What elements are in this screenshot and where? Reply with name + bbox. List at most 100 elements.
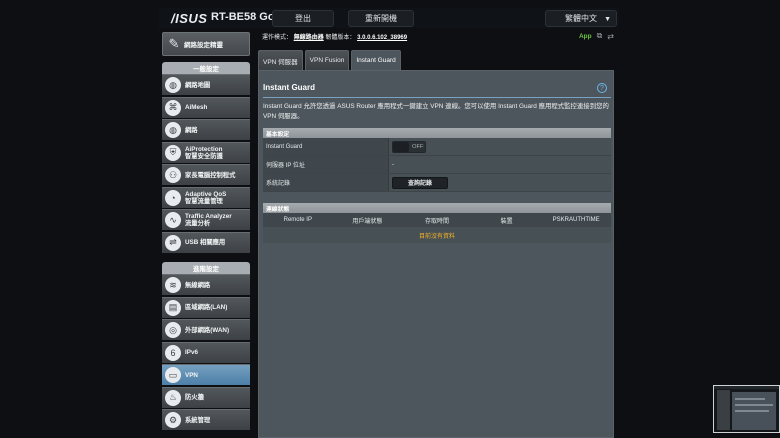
sidebar-item[interactable]: ▭ VPN [162, 364, 250, 385]
sidebar-item[interactable]: ≋ 無線網路 [162, 274, 250, 295]
sidebar-item-label: 無線網路 [185, 281, 211, 289]
table-row: 伺服器 IP 位址 - [263, 156, 611, 174]
chevron-down-icon: ▼ [604, 16, 611, 23]
sidebar-item[interactable]: ◍ 網路地圖 [162, 74, 250, 95]
thumb-line [735, 410, 769, 412]
qos-icon: ◔ [165, 189, 181, 206]
firmware-version-link[interactable]: 3.0.0.6.102_38969 [357, 35, 407, 41]
basic-settings-header: 基本設定 [263, 128, 611, 138]
mesh-icon: ⌘ [165, 99, 181, 116]
help-icon[interactable]: ? [597, 83, 607, 93]
sidebar-item-label: 網路 [185, 126, 198, 134]
sidebar-item-label: Traffic Analyzer 流量分析 [185, 213, 232, 227]
panel-description: Instant Guard 允許您透過 ASUS Router 應用程式一鍵建立… [263, 103, 609, 120]
sidebar-item-label: 防火牆 [185, 394, 204, 401]
shield-icon: ⛨ [165, 144, 181, 161]
sidebar-item-label: 區域網路(LAN) [185, 304, 228, 311]
connection-status-table: 連線狀態 Remote IP 用戶端狀態 存取時間 裝置 PSKRAUTHTIM… [263, 203, 611, 243]
sidebar-item-label: 網路地圖 [185, 81, 211, 89]
sidebar-item-label: AiMesh [185, 104, 208, 111]
language-select[interactable]: 繁體中文 ▼ [545, 10, 617, 27]
title-divider [263, 97, 611, 98]
sidebar-item-label: VPN [185, 371, 198, 379]
main-content: 運作模式： 無線路由器 韌體版本： 3.0.0.6.102_38969 App … [256, 28, 616, 438]
reboot-button[interactable]: 重新開機 [348, 10, 414, 27]
screen-thumbnail[interactable] [713, 385, 780, 433]
globe-icon: ◍ [165, 77, 181, 93]
sidebar-item-label: 系統管理 [185, 416, 211, 424]
sidebar-item[interactable]: ▤ 區域網路(LAN) [162, 296, 250, 318]
sidebar-item[interactable]: 6 IPv6 [162, 341, 250, 363]
sidebar-item-label: 家長電腦控制程式 [185, 171, 236, 179]
router-admin-page: /ISUS RT-BE58 Go 登出 重新開機 繁體中文 ▼ ✎ 網路設定精靈… [159, 0, 619, 438]
sidebar-item[interactable]: ∿ Traffic Analyzer 流量分析 [162, 209, 250, 230]
wan-icon: ◎ [165, 322, 181, 338]
sidebar-item-label: 外部網路(WAN) [185, 326, 230, 334]
ipv6-icon: 6 [165, 344, 181, 361]
tab-bar: VPN 伺服器 VPN Fusion Instant Guard [258, 50, 401, 70]
sidebar-item-label: USB 相關應用 [185, 239, 226, 246]
connection-status-header: 連線狀態 [263, 203, 611, 213]
advanced-section-header: 進階設定 [162, 262, 250, 274]
sidebar-item[interactable]: ◍ 網路 [162, 119, 250, 140]
system-log-label: 系統記錄 [263, 174, 389, 191]
quick-setup-button[interactable]: ✎ 網路設定精靈 [162, 32, 250, 56]
table-row: Instant Guard OFF [263, 138, 611, 156]
tab-instant-guard[interactable]: Instant Guard [351, 50, 401, 70]
wand-icon: ✎ [168, 36, 180, 51]
vpn-icon: ▭ [165, 367, 181, 383]
gear-icon: ⚙ [165, 412, 181, 428]
server-ip-label: 伺服器 IP 位址 [263, 156, 389, 173]
sidebar-item[interactable]: ⇌ USB 相關應用 [162, 231, 250, 253]
status-icons: App ⧉ ⇄ [579, 31, 614, 41]
usb-icon: ⇌ [165, 234, 181, 251]
server-ip-value: - [392, 161, 394, 168]
instant-guard-panel: Instant Guard ? Instant Guard 允許您透過 ASUS… [258, 70, 614, 438]
family-icon: ⚇ [165, 167, 181, 183]
chart-icon: ∿ [165, 212, 181, 228]
app-link[interactable]: App [579, 33, 592, 40]
column-header: 存取時間 [424, 218, 449, 225]
view-log-button[interactable]: 查詢記錄 [392, 176, 448, 189]
empty-state-text: 目前沒有資料 [263, 227, 611, 243]
sidebar-item[interactable]: ♨ 防火牆 [162, 386, 250, 408]
usb-status-icon[interactable]: ⇄ [607, 32, 614, 41]
sidebar-item[interactable]: ⌘ AiMesh [162, 96, 250, 118]
sidebar-item[interactable]: ⚙ 系統管理 [162, 409, 250, 430]
column-header: 用戶端狀態 [352, 218, 383, 225]
tab-vpn-server[interactable]: VPN 伺服器 [258, 50, 303, 70]
status-line: 運作模式： 無線路由器 韌體版本： 3.0.0.6.102_38969 [262, 32, 407, 41]
mode-label: 運作模式： [262, 35, 293, 41]
firmware-label: 韌體版本： [325, 35, 356, 41]
sidebar-item[interactable]: ◎ 外部網路(WAN) [162, 319, 250, 340]
sidebar-item-label: AiProtection 智慧安全防護 [185, 145, 223, 160]
top-bar: /ISUS RT-BE58 Go 登出 重新開機 繁體中文 ▼ [159, 8, 619, 28]
sidebar-item[interactable]: ◔ Adaptive QoS 智慧流量管理 [162, 186, 250, 208]
language-label: 繁體中文 [565, 14, 597, 23]
sidebar-item[interactable]: ⚇ 家長電腦控制程式 [162, 164, 250, 185]
table-row: 系統記錄 查詢記錄 [263, 174, 611, 192]
lan-icon: ▤ [165, 299, 181, 316]
thumb-line [735, 398, 765, 400]
instant-guard-label: Instant Guard [263, 138, 389, 155]
model-name: RT-BE58 Go [211, 11, 275, 23]
general-section-header: 一般設定 [162, 62, 250, 74]
thumb-line [735, 404, 773, 406]
operation-mode-link[interactable]: 無線路由器 [294, 35, 324, 41]
sidebar-item-label: IPv6 [185, 349, 198, 356]
globe-icon: ◍ [165, 122, 181, 138]
toggle-knob [393, 141, 409, 152]
fire-icon: ♨ [165, 389, 181, 406]
network-status-icon[interactable]: ⧉ [597, 31, 603, 41]
connection-columns: Remote IP 用戶端狀態 存取時間 裝置 PSKRAUTHTIME [263, 213, 611, 227]
sidebar-item-label: Adaptive QoS 智慧流量管理 [185, 190, 227, 205]
column-header: 裝置 [500, 218, 513, 225]
basic-settings-table: 基本設定 Instant Guard OFF 伺服器 IP 位址 - 系統記錄 … [263, 128, 611, 192]
column-header: PSKRAUTHTIME [552, 217, 600, 223]
logout-button[interactable]: 登出 [272, 10, 334, 27]
instant-guard-toggle[interactable]: OFF [392, 140, 426, 153]
thumb-sidebar [717, 390, 730, 430]
column-header: Remote IP [283, 217, 312, 223]
tab-vpn-fusion[interactable]: VPN Fusion [304, 50, 350, 70]
sidebar-item[interactable]: ⛨ AiProtection 智慧安全防護 [162, 141, 250, 163]
